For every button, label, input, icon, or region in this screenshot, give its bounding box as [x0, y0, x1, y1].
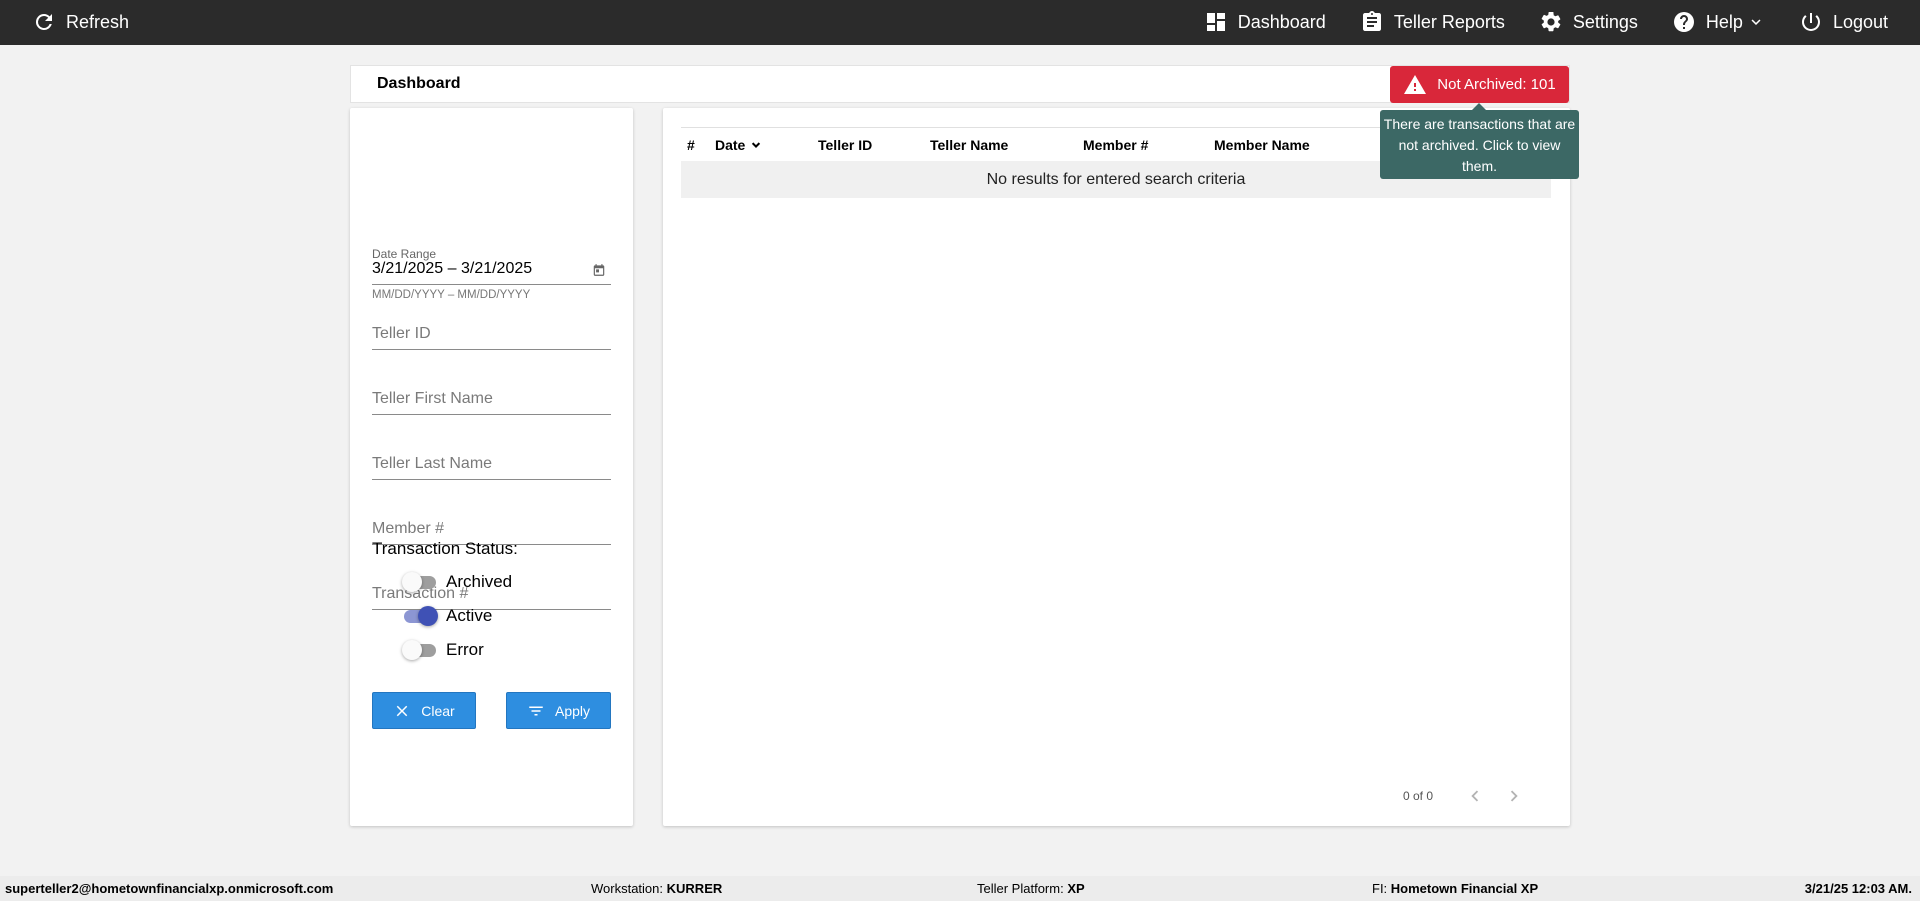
date-range-field[interactable]: Date Range 3/21/2025 – 3/21/2025	[372, 247, 611, 285]
refresh-button[interactable]: Refresh	[32, 10, 129, 34]
nav-help[interactable]: Help	[1672, 10, 1765, 34]
nav-teller-reports-label: Teller Reports	[1393, 11, 1505, 32]
footer-user: superteller2@hometownfinancialxp.onmicro…	[5, 881, 333, 896]
filter-icon	[529, 706, 543, 715]
fi-value: Hometown Financial XP	[1390, 881, 1539, 896]
column-member-number-label: Member #	[1083, 137, 1149, 153]
filter-panel: Date Range 3/21/2025 – 3/21/2025 MM/DD/Y…	[350, 108, 633, 826]
column-member-name-label: Member Name	[1214, 137, 1310, 153]
column-date-label: Date	[715, 137, 746, 153]
previous-page-icon[interactable]	[1464, 785, 1486, 807]
warning-icon	[1404, 74, 1427, 94]
nav-help-label: Help	[1705, 11, 1743, 32]
help-circle-icon	[1673, 12, 1694, 32]
toggle-error[interactable]: Error	[402, 639, 484, 661]
nav-settings[interactable]: Settings	[1539, 10, 1638, 34]
platform-value: XP	[1067, 881, 1085, 896]
not-archived-alert-button[interactable]: Not Archived: 101	[1390, 66, 1569, 103]
date-format-hint: MM/DD/YYYY – MM/DD/YYYY	[372, 289, 531, 301]
column-header-teller-name[interactable]: Teller Name	[930, 137, 1008, 153]
fi-label: FI:	[1372, 881, 1388, 896]
footer-datetime: 3/21/25 12:03 AM.	[1805, 881, 1912, 896]
main-nav: Dashboard Teller Reports Settings Help L…	[1204, 10, 1888, 34]
refresh-icon	[35, 13, 52, 30]
teller-last-name-placeholder: Teller Last Name	[372, 455, 493, 472]
top-navigation-bar: Refresh Dashboard Teller Reports Setting…	[0, 0, 1920, 45]
member-number-placeholder: Member #	[372, 520, 445, 537]
pagination-range: 0 of 0	[1403, 789, 1434, 803]
status-footer: superteller2@hometownfinancialxp.onmicro…	[0, 876, 1920, 901]
refresh-label: Refresh	[66, 11, 130, 32]
column-header-number[interactable]: #	[687, 137, 695, 153]
chevron-down-icon	[1751, 19, 1761, 25]
teller-id-input[interactable]: Teller ID	[372, 322, 611, 350]
teller-id-placeholder: Teller ID	[372, 325, 431, 342]
results-panel: # Date Teller ID Teller Name Member # Me…	[663, 108, 1570, 826]
active-switch[interactable]	[402, 605, 438, 627]
close-icon	[397, 705, 408, 716]
footer-workstation: Workstation: KURRER	[591, 881, 722, 896]
footer-platform: Teller Platform: XP	[977, 881, 1085, 896]
page-title: Dashboard	[377, 75, 461, 92]
not-archived-label: Not Archived: 101	[1437, 76, 1556, 93]
column-number-label: #	[687, 137, 695, 153]
workstation-value: KURRER	[666, 881, 723, 896]
nav-settings-label: Settings	[1572, 11, 1638, 32]
transaction-status-label: Transaction Status:	[372, 539, 518, 558]
column-header-teller-id[interactable]: Teller ID	[818, 137, 872, 153]
clipboard-icon	[1362, 11, 1381, 31]
date-range-value: 3/21/2025 – 3/21/2025	[372, 260, 533, 277]
column-teller-name-label: Teller Name	[930, 137, 1009, 153]
toggle-archived[interactable]: Archived	[402, 571, 512, 593]
column-header-member-name[interactable]: Member Name	[1214, 137, 1310, 153]
error-label: Error	[446, 640, 484, 659]
workstation-label: Workstation:	[591, 881, 664, 896]
apply-button[interactable]: Apply	[506, 692, 611, 729]
date-range-label: Date Range	[372, 247, 437, 261]
nav-logout-label: Logout	[1832, 11, 1888, 32]
footer-datetime-value: 3/21/25 12:03 AM.	[1804, 881, 1912, 896]
platform-label: Teller Platform:	[977, 881, 1064, 896]
power-icon	[1801, 13, 1820, 31]
archived-switch[interactable]	[402, 571, 438, 593]
error-switch[interactable]	[402, 639, 438, 661]
not-archived-tooltip[interactable]: There are transactions that are not arch…	[1380, 103, 1579, 179]
active-label: Active	[446, 606, 493, 625]
nav-dashboard-label: Dashboard	[1237, 11, 1326, 32]
footer-user-email: superteller2@hometownfinancialxp.onmicro…	[5, 881, 334, 896]
teller-first-name-input[interactable]: Teller First Name	[372, 387, 611, 415]
column-header-date[interactable]: Date	[715, 137, 763, 153]
nav-teller-reports[interactable]: Teller Reports	[1360, 10, 1505, 34]
sort-descending-icon	[752, 142, 761, 148]
apply-label: Apply	[554, 702, 591, 719]
dashboard-icon	[1206, 13, 1225, 31]
gear-icon	[1541, 11, 1561, 32]
page-header: Dashboard	[350, 65, 1570, 103]
footer-fi: FI: Hometown Financial XP	[1372, 881, 1538, 896]
nav-dashboard[interactable]: Dashboard	[1204, 10, 1326, 34]
column-teller-id-label: Teller ID	[818, 137, 873, 153]
toggle-active[interactable]: Active	[402, 605, 492, 627]
teller-first-name-placeholder: Teller First Name	[372, 390, 493, 407]
next-page-icon[interactable]	[1503, 785, 1525, 807]
teller-last-name-input[interactable]: Teller Last Name	[372, 452, 611, 480]
archived-label: Archived	[446, 572, 513, 591]
calendar-icon[interactable]	[592, 263, 606, 277]
clear-button[interactable]: Clear	[372, 692, 476, 729]
clear-label: Clear	[421, 702, 455, 719]
column-header-member-number[interactable]: Member #	[1083, 137, 1148, 153]
nav-logout[interactable]: Logout	[1799, 10, 1888, 34]
